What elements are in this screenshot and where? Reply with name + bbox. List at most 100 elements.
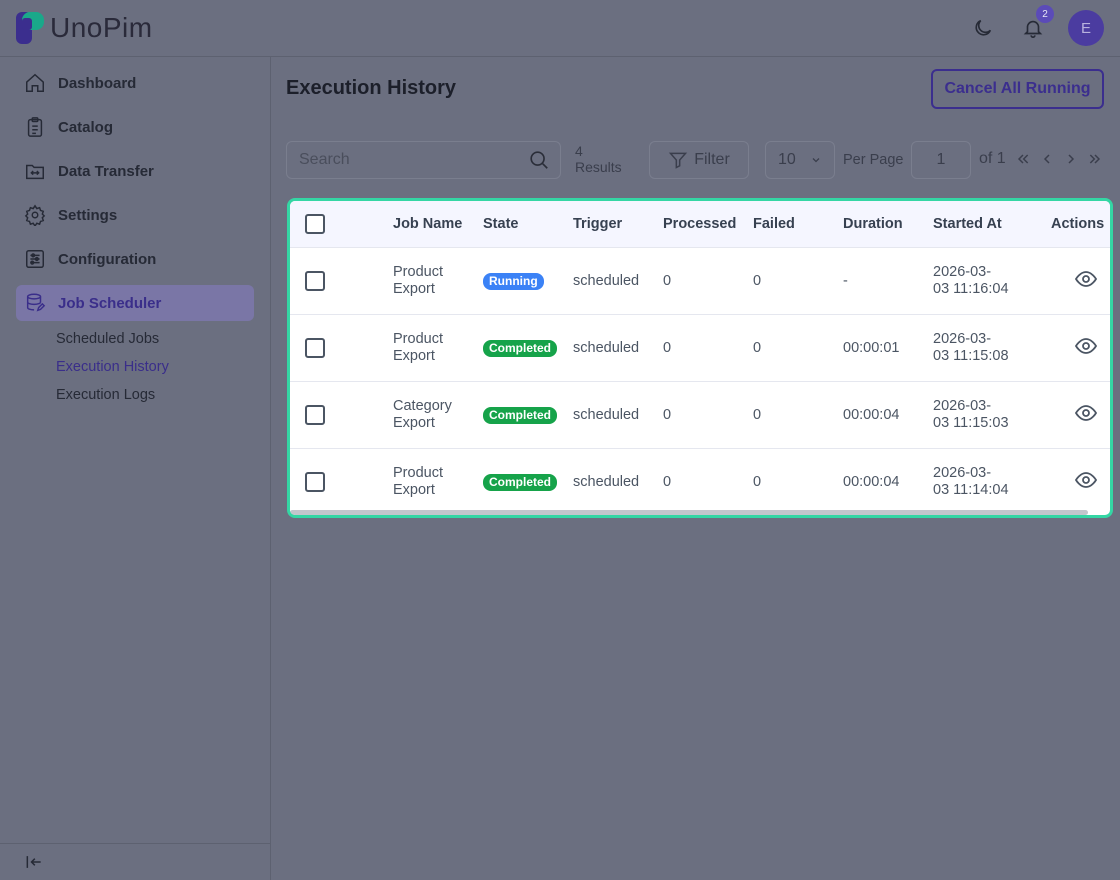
results-label: Results (575, 159, 622, 175)
trigger-cell: scheduled (573, 272, 640, 289)
database-edit-icon (26, 293, 46, 312)
cancel-all-running-button[interactable]: Cancel All Running (931, 69, 1104, 109)
view-button[interactable] (1074, 267, 1098, 296)
failed-cell: 0 (753, 406, 762, 423)
column-header-failed[interactable]: Failed (753, 216, 795, 233)
search-input[interactable] (299, 151, 499, 169)
sidebar-item-configuration[interactable]: Configuration (16, 241, 254, 277)
notifications-button[interactable]: 2 (1018, 5, 1054, 43)
sidebar-collapse-button[interactable] (0, 843, 271, 880)
column-header-state[interactable]: State (483, 216, 518, 233)
table-row: Product Export Completed scheduled 0 0 00… (290, 449, 1110, 515)
failed-cell: 0 (753, 272, 762, 289)
search-icon[interactable] (528, 149, 550, 171)
column-header-processed[interactable]: Processed (663, 216, 736, 233)
row-checkbox[interactable] (305, 472, 325, 492)
prev-page-button[interactable] (1039, 149, 1055, 169)
dark-mode-toggle[interactable] (968, 13, 998, 43)
duration-cell: 00:00:01 (843, 339, 900, 356)
chevrons-right-icon (1089, 154, 1101, 164)
chevron-down-icon (812, 158, 820, 163)
logo[interactable]: UnoPim (16, 12, 153, 44)
job-name-cell: Product Export (393, 465, 443, 498)
sidebar-subitem-execution-logs[interactable]: Execution Logs (56, 381, 254, 409)
sidebar-item-label: Catalog (58, 118, 114, 136)
status-badge: Completed (483, 339, 558, 357)
eye-icon (1074, 270, 1098, 287)
view-button[interactable] (1074, 334, 1098, 363)
column-header-actions: Actions (1051, 215, 1105, 232)
folder-transfer-icon (26, 164, 44, 180)
sidebar-item-label: Data Transfer (58, 162, 154, 180)
filter-button[interactable]: Filter (649, 141, 749, 179)
eye-icon (1074, 404, 1098, 421)
filter-icon (669, 152, 688, 169)
per-page-label: Per Page (843, 152, 904, 168)
status-badge: Completed (483, 473, 558, 491)
duration-cell: 00:00:04 (843, 406, 900, 423)
home-icon (26, 73, 44, 92)
sidebar-subitem-scheduled-jobs[interactable]: Scheduled Jobs (56, 325, 254, 353)
main-content: Execution History Cancel All Running 4 R… (271, 57, 1120, 880)
started-at-cell: 2026-03- 03 11:15:08 (933, 331, 1009, 364)
view-button[interactable] (1074, 401, 1098, 430)
chevron-left-icon (1043, 154, 1050, 164)
unopim-logo-icon (16, 12, 44, 44)
horizontal-scrollbar[interactable] (290, 510, 1088, 515)
sidebar-item-dashboard[interactable]: Dashboard (16, 65, 254, 101)
row-checkbox[interactable] (305, 271, 325, 291)
sidebar-subitem-execution-history[interactable]: Execution History (56, 353, 254, 381)
results-number: 4 (575, 143, 583, 159)
clipboard-list-icon (27, 117, 43, 137)
eye-icon (1074, 337, 1098, 354)
job-scheduler-submenu: Scheduled Jobs Execution History Executi… (16, 325, 254, 409)
moon-icon (975, 19, 992, 36)
column-header-job-name[interactable]: Job Name (393, 216, 462, 233)
page-number-input[interactable]: 1 (911, 141, 971, 179)
sidebar-item-data-transfer[interactable]: Data Transfer (16, 153, 254, 189)
per-page-select[interactable]: 10 (765, 141, 835, 179)
job-name-cell: Product Export (393, 331, 443, 364)
processed-cell: 0 (663, 272, 672, 289)
trigger-cell: scheduled (573, 406, 640, 423)
sidebar-item-catalog[interactable]: Catalog (16, 109, 254, 145)
chevrons-left-icon (1017, 154, 1029, 164)
failed-cell: 0 (753, 339, 762, 356)
search-box (286, 141, 561, 179)
notification-badge: 2 (1036, 5, 1054, 23)
table-row: Category Export Completed scheduled 0 0 0… (290, 382, 1110, 449)
column-header-duration[interactable]: Duration (843, 216, 903, 233)
avatar[interactable]: E (1068, 10, 1104, 46)
column-header-trigger[interactable]: Trigger (573, 216, 622, 233)
state-cell: Completed (483, 339, 558, 357)
page-total: of 1 (979, 150, 1006, 167)
sidebar-item-label: Configuration (58, 250, 157, 268)
table-row: Product Export Running scheduled 0 0 - 20… (290, 248, 1110, 315)
table-header: Job Name State Trigger Processed Failed … (290, 201, 1110, 248)
trigger-cell: scheduled (573, 339, 640, 356)
pagination-controls (1015, 149, 1103, 169)
row-checkbox[interactable] (305, 405, 325, 425)
processed-cell: 0 (663, 473, 672, 490)
status-badge: Running (483, 272, 544, 290)
last-page-button[interactable] (1087, 149, 1103, 169)
sidebar-item-label: Settings (58, 206, 118, 224)
collapse-left-icon (26, 856, 41, 868)
trigger-cell: scheduled (573, 473, 640, 490)
execution-history-table: Job Name State Trigger Processed Failed … (287, 198, 1113, 518)
next-page-button[interactable] (1063, 149, 1079, 169)
filter-label: Filter (694, 151, 730, 168)
column-header-started-at[interactable]: Started At (933, 216, 1002, 233)
view-button[interactable] (1074, 468, 1098, 497)
sliders-icon (26, 250, 44, 268)
first-page-button[interactable] (1015, 149, 1031, 169)
sidebar-item-job-scheduler[interactable]: Job Scheduler (16, 285, 254, 321)
started-at-cell: 2026-03- 03 11:15:03 (933, 398, 1009, 431)
row-checkbox[interactable] (305, 338, 325, 358)
sidebar-item-label: Job Scheduler (58, 294, 162, 312)
select-all-checkbox[interactable] (305, 214, 325, 234)
processed-cell: 0 (663, 406, 672, 423)
top-bar: UnoPim 2 E (0, 0, 1120, 57)
failed-cell: 0 (753, 473, 762, 490)
sidebar-item-settings[interactable]: Settings (16, 197, 254, 233)
